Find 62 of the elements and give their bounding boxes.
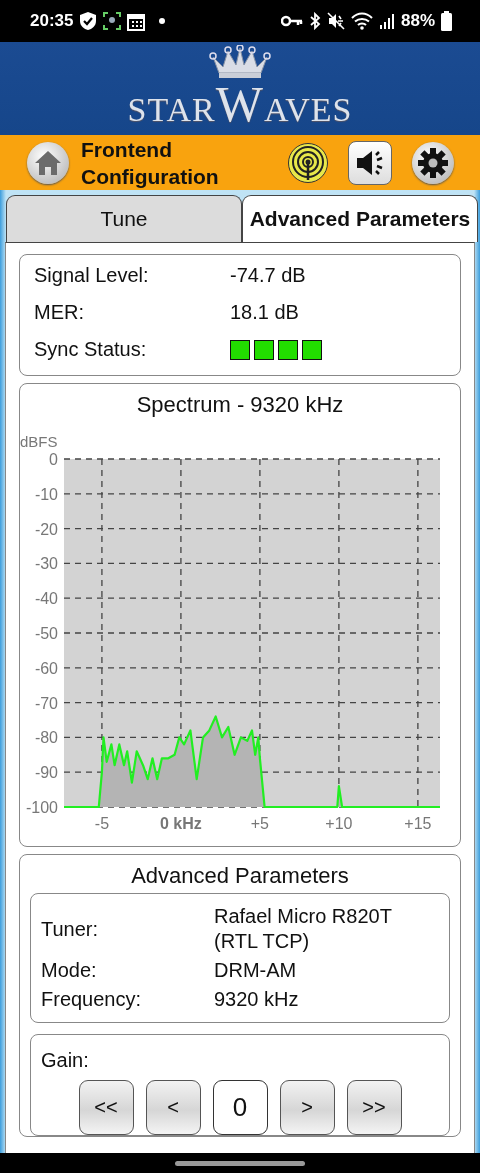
field-label: Signal Level: <box>34 264 150 287</box>
battery-percent: 88% <box>400 11 435 31</box>
axis-title: dBFS <box>20 433 58 450</box>
step-button[interactable]: < <box>145 1080 201 1135</box>
home-icon <box>34 149 62 176</box>
speaker-icon <box>355 148 385 177</box>
mute-icon <box>326 12 345 30</box>
shield-icon <box>79 11 98 31</box>
tab[interactable]: Tune <box>6 195 242 242</box>
clock-time: 20:35 <box>30 11 74 31</box>
field-value: Rafael Micro R820T (RTL TCP) <box>214 904 393 954</box>
tick-label: +5 <box>250 815 269 832</box>
tick-label: +15 <box>404 815 432 832</box>
audio-button[interactable] <box>348 140 392 185</box>
chart-title: Spectrum - 9320 kHz <box>135 391 345 419</box>
field-label: Tuner: <box>41 916 100 942</box>
antenna-button[interactable] <box>288 142 328 183</box>
antenna-icon <box>291 145 325 180</box>
field-value: 9320 kHz <box>214 987 300 1012</box>
tick-label: -80 <box>34 729 58 747</box>
tick-label: -70 <box>34 694 58 712</box>
home-button[interactable] <box>27 141 69 184</box>
field-label: Mode: <box>41 958 98 983</box>
field-label: Frequency: <box>41 987 143 1012</box>
field-value: -74.7 dB <box>230 264 307 287</box>
step-button[interactable]: << <box>78 1080 134 1135</box>
page-title: Frontend Configuration <box>81 136 220 190</box>
key-icon <box>280 15 303 27</box>
tick-label: -30 <box>34 555 58 573</box>
settings-icon <box>418 147 448 178</box>
tick-label: -50 <box>34 625 58 642</box>
app-logo: STARWAVES <box>127 79 353 129</box>
calendar-icon <box>127 11 146 31</box>
notification-dot-icon <box>159 18 166 24</box>
gain-value: 0 <box>212 1080 268 1135</box>
settings-button[interactable] <box>412 141 454 184</box>
tick-label: 0 kHz <box>160 815 202 832</box>
tick-label: -20 <box>34 520 58 538</box>
step-button[interactable]: >> <box>346 1080 402 1135</box>
tick-label: 0 <box>49 451 58 468</box>
crown-icon <box>209 45 271 79</box>
step-button[interactable]: > <box>279 1080 335 1135</box>
field-label: MER: <box>34 301 85 324</box>
tick-label: -40 <box>34 590 58 608</box>
tick-label: -90 <box>34 764 58 782</box>
field-value: DRM-AM <box>214 958 298 983</box>
tab[interactable]: Advanced Parameters <box>242 195 478 242</box>
field-label: Gain: <box>41 1049 90 1072</box>
card-title: Advanced Parameters <box>130 862 350 890</box>
bluetooth-icon <box>308 12 321 30</box>
tick-label: -60 <box>34 659 58 677</box>
tick-label: -5 <box>94 815 110 832</box>
wifi-icon <box>350 12 373 30</box>
tick-label: +10 <box>325 815 353 832</box>
scan-icon <box>103 12 122 30</box>
battery-icon <box>441 11 452 31</box>
home-handle[interactable] <box>175 1160 305 1166</box>
tick-label: -100 <box>25 799 58 816</box>
tick-label: -10 <box>34 485 58 503</box>
signal-icon <box>378 13 395 29</box>
field-value: 18.1 dB <box>230 301 300 324</box>
field-label: Sync Status: <box>34 338 148 361</box>
